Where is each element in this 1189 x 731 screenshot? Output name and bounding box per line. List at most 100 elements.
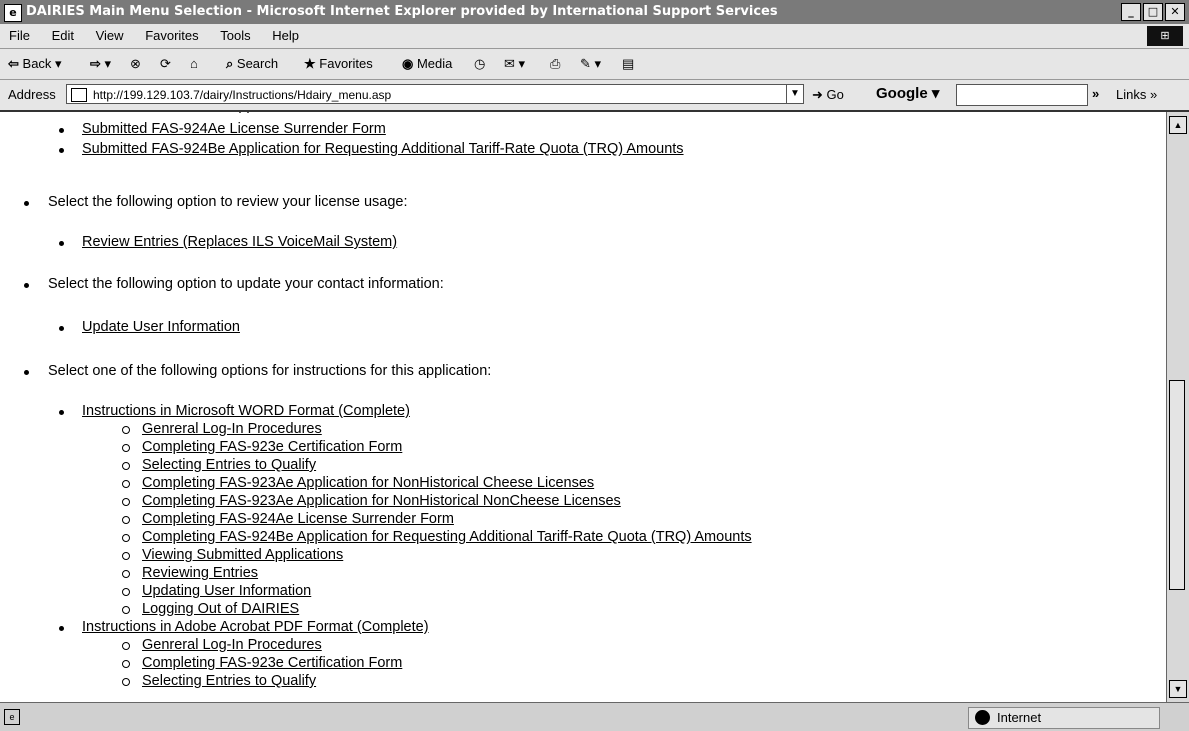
sub-list-item: Completing FAS-923e Certification Form <box>121 655 402 671</box>
scroll-up-button[interactable]: ▲ <box>1169 116 1187 134</box>
sub-list-item: Completing FAS-924Be Application for Req… <box>122 529 752 545</box>
discuss-button[interactable]: ▤ <box>622 54 634 74</box>
word-924ae-surrender-link[interactable]: Completing FAS-924Ae License Surrender F… <box>142 511 454 527</box>
list-item: Submitted FAS-924Ae License Surrender Fo… <box>59 121 386 137</box>
sub-list-item: Completing FAS-923Ae Application for Non… <box>122 493 621 509</box>
list-item: Review Entries (Replaces ILS VoiceMail S… <box>58 234 397 250</box>
page-status-icon: e <box>4 709 20 725</box>
minimize-button[interactable]: _ <box>1121 3 1141 21</box>
sub-list-item: Genreral Log-In Procedures <box>122 637 322 653</box>
title-bar: e DAIRIES Main Menu Selection - Microsof… <box>0 0 1189 24</box>
standard-toolbar: ⇦ Back ▾ ⇨ ▾ ⊗ ⟳ ⌂ ⌕ Search ★ Favorites … <box>0 49 1189 80</box>
sub-list-item: Completing FAS-923Ae Application for Non… <box>121 475 594 491</box>
review-entries-link[interactable]: Review Entries (Replaces ILS VoiceMail S… <box>82 234 397 250</box>
refresh-button[interactable]: ⟳ <box>160 54 171 74</box>
pdf-login-procedures-link[interactable]: Genreral Log-In Procedures <box>142 637 322 653</box>
menu-help[interactable]: Help <box>263 24 308 43</box>
scroll-down-button[interactable]: ▼ <box>1169 680 1187 698</box>
media-button[interactable]: ◉ Media <box>402 54 452 74</box>
scroll-thumb[interactable] <box>1169 380 1185 590</box>
update-user-info-link[interactable]: Update User Information <box>82 319 240 335</box>
stop-button[interactable]: ⊗ <box>130 54 141 74</box>
sub-list-item: Selecting Entries to Qualify <box>121 673 316 689</box>
vertical-scrollbar[interactable]: ▲ ▼ <box>1166 112 1189 702</box>
list-item: Instructions in Adobe Acrobat PDF Format… <box>59 619 429 635</box>
pdf-instructions-link[interactable]: Instructions in Adobe Acrobat PDF Format… <box>82 619 429 635</box>
edit-button[interactable]: ✎ ▾ <box>580 54 601 74</box>
mail-button[interactable]: ✉ ▾ <box>504 54 525 74</box>
address-label: Address <box>8 87 56 102</box>
back-label: Back <box>22 56 52 71</box>
go-button[interactable]: ➜ Go <box>812 87 844 103</box>
sub-list-item: Completing FAS-923e Certification Form <box>121 439 402 455</box>
media-label: Media <box>416 56 453 71</box>
window-title: DAIRIES Main Menu Selection - Microsoft … <box>26 4 778 19</box>
page-content: Submitted FAS-923Ae Application for NonH… <box>0 112 1166 702</box>
google-toolbar-logo[interactable]: Google ▾ <box>876 84 939 102</box>
menu-tools[interactable]: Tools <box>211 24 259 43</box>
search-button[interactable]: ⌕ Search <box>226 54 278 74</box>
sub-list-item: Viewing Submitted Applications <box>121 547 343 563</box>
window-controls: _ □ ✕ <box>1121 3 1185 21</box>
address-dropdown-icon[interactable]: ▼ <box>786 85 803 103</box>
address-input[interactable]: http://199.129.103.7/dairy/Instructions/… <box>66 84 804 104</box>
favorites-button[interactable]: ★ Favorites <box>304 54 373 74</box>
close-button[interactable]: ✕ <box>1165 3 1185 21</box>
menu-view[interactable]: View <box>87 24 133 43</box>
favorites-label: Favorites <box>319 56 373 71</box>
word-updating-user-link[interactable]: Updating User Information <box>142 583 311 599</box>
home-button[interactable]: ⌂ <box>190 54 198 74</box>
word-selecting-entries-link[interactable]: Selecting Entries to Qualify <box>142 457 316 473</box>
list-item: Submitted FAS-924Be Application for Requ… <box>59 141 684 157</box>
pdf-923e-certification-link[interactable]: Completing FAS-923e Certification Form <box>142 655 402 671</box>
word-924be-trq-link[interactable]: Completing FAS-924Be Application for Req… <box>142 529 752 545</box>
sub-list-item: Completing FAS-924Ae License Surrender F… <box>122 511 454 527</box>
word-923ae-cheese-link[interactable]: Completing FAS-923Ae Application for Non… <box>142 475 594 491</box>
google-search-input[interactable] <box>956 84 1088 106</box>
word-instructions-link[interactable]: Instructions in Microsoft WORD Format (C… <box>82 403 410 419</box>
media-icon: ◉ <box>402 56 414 71</box>
favorites-star-icon: ★ <box>304 56 316 71</box>
forward-button[interactable]: ⇨ ▾ <box>90 54 111 74</box>
globe-icon <box>975 710 990 725</box>
menu-bar: File Edit View Favorites Tools Help ⊞ <box>0 24 1189 49</box>
submitted-924ae-link[interactable]: Submitted FAS-924Ae License Surrender Fo… <box>82 121 386 137</box>
clipped-link[interactable]: Submitted FAS-923Ae Application for NonH… <box>82 112 553 114</box>
sub-list-item: Reviewing Entries <box>121 565 258 581</box>
word-viewing-applications-link[interactable]: Viewing Submitted Applications <box>142 547 343 563</box>
history-button[interactable]: ◷ <box>474 54 485 74</box>
word-923e-certification-link[interactable]: Completing FAS-923e Certification Form <box>142 439 402 455</box>
word-reviewing-entries-link[interactable]: Reviewing Entries <box>142 565 258 581</box>
word-login-procedures-link[interactable]: Genreral Log-In Procedures <box>142 421 322 437</box>
back-button[interactable]: ⇦ Back ▾ <box>8 54 62 74</box>
sub-list-item: Genreral Log-In Procedures <box>122 421 322 437</box>
ie-logo-icon: e <box>4 4 22 22</box>
zone-label: Internet <box>997 710 1042 725</box>
menu-favorites[interactable]: Favorites <box>136 24 207 43</box>
sub-list-item: Selecting Entries to Qualify <box>121 457 316 473</box>
update-contact-prompt: Select the following option to update yo… <box>24 276 444 292</box>
clipped-link-text[interactable]: Submitted FAS-923Ae Application for NonH… <box>82 112 553 114</box>
search-icon: ⌕ <box>226 56 234 71</box>
toolbar-overflow-icon[interactable]: » <box>1092 86 1099 101</box>
word-923ae-noncheese-link[interactable]: Completing FAS-923Ae Application for Non… <box>142 493 621 509</box>
sub-list-item: Logging Out of DAIRIES <box>121 601 299 617</box>
submitted-924be-link[interactable]: Submitted FAS-924Be Application for Requ… <box>82 141 684 157</box>
instructions-prompt: Select one of the following options for … <box>23 363 492 379</box>
links-button[interactable]: Links » <box>1116 87 1157 102</box>
list-item: Update User Information <box>59 319 240 335</box>
go-label: Go <box>826 87 844 102</box>
forward-arrow-icon: ⇨ <box>90 56 101 71</box>
maximize-button[interactable]: □ <box>1143 3 1163 21</box>
menu-edit[interactable]: Edit <box>43 24 83 43</box>
review-usage-prompt: Select the following option to review yo… <box>23 194 408 210</box>
page-icon <box>71 88 87 102</box>
print-button[interactable]: ⎙ <box>550 54 560 74</box>
menu-file[interactable]: File <box>0 24 39 43</box>
search-label: Search <box>236 56 279 71</box>
windows-flag-icon: ⊞ <box>1147 26 1183 46</box>
pdf-selecting-entries-link[interactable]: Selecting Entries to Qualify <box>142 673 316 689</box>
sub-list-item: Updating User Information <box>121 583 311 599</box>
address-url: http://199.129.103.7/dairy/Instructions/… <box>93 88 392 102</box>
word-logging-out-link[interactable]: Logging Out of DAIRIES <box>142 601 299 617</box>
